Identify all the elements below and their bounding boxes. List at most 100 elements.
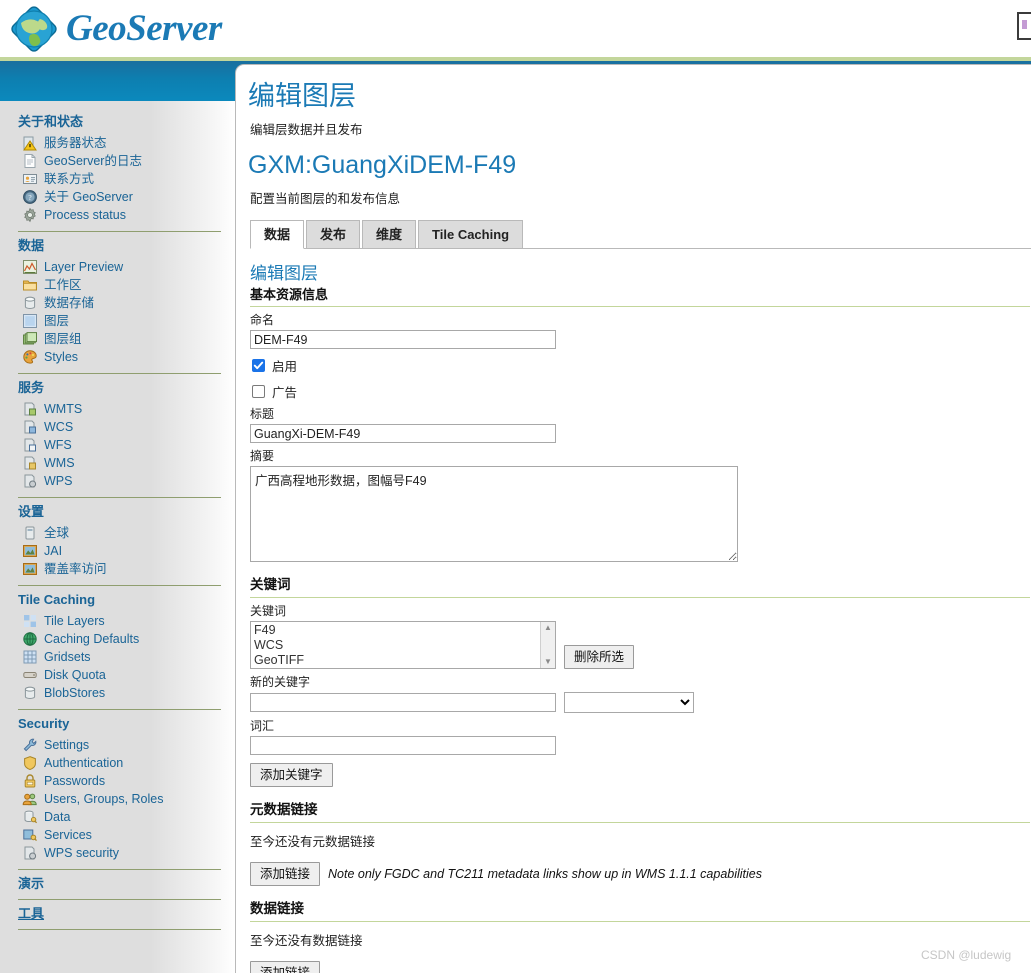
enabled-checkbox-row[interactable]: 启用 [252, 356, 1031, 375]
data-key-icon [24, 810, 38, 824]
tab-publishing[interactable]: 发布 [306, 220, 361, 249]
service-icon [24, 474, 37, 488]
vocabulary-input[interactable] [250, 736, 556, 755]
add-data-link-button[interactable]: 添加链接 [250, 961, 321, 973]
sidebar-header-tools[interactable]: 工具 [18, 906, 221, 922]
advertised-checkbox-row[interactable]: 广告 [252, 382, 1031, 401]
sidebar-item-label: Data [44, 810, 71, 824]
sidebar-item-label: WCS [44, 420, 74, 434]
layer-group-icon [23, 332, 37, 345]
list-item[interactable]: GeoTIFF [254, 653, 540, 668]
sidebar-section-about: 关于和状态 服务器状态 GeoServer的日志 联系方式 ? 关于 GeoSe… [0, 114, 235, 224]
vocabulary-label: 词汇 [250, 719, 275, 733]
sidebar-item-wmts[interactable]: WMTS [18, 400, 221, 418]
sidebar-item-label: WMTS [44, 402, 83, 416]
section-rule [250, 822, 1030, 823]
sidebar-item-passwords[interactable]: Passwords [18, 772, 221, 790]
sidebar-item-label: Passwords [44, 774, 106, 788]
keywords-scrollbar[interactable]: ▲ ▼ [540, 622, 555, 668]
scroll-up-icon[interactable]: ▲ [544, 624, 552, 632]
sidebar-item-services[interactable]: Services [18, 826, 221, 844]
section-rule [250, 921, 1030, 922]
browser-edge-widget[interactable] [1017, 12, 1031, 40]
sidebar-header-demo[interactable]: 演示 [18, 876, 221, 892]
sidebar-section-security: Security Settings Authentication Passwor… [0, 716, 235, 862]
sidebar-item-users-groups-roles[interactable]: Users, Groups, Roles [18, 790, 221, 808]
sidebar-item-label: 图层组 [44, 332, 82, 346]
sidebar-item-workspaces[interactable]: 工作区 [18, 276, 221, 294]
sidebar-section-settings: 设置 全球 JAI 覆盖率访问 [0, 504, 235, 578]
sidebar-item-wms[interactable]: WMS [18, 454, 221, 472]
add-metadata-link-button[interactable]: 添加链接 [250, 862, 321, 886]
gear-icon [24, 207, 36, 223]
sidebar-item-layergroups[interactable]: 图层组 [18, 330, 221, 348]
sidebar-item-server-status[interactable]: 服务器状态 [18, 134, 221, 152]
sidebar-item-label: 覆盖率访问 [44, 562, 107, 576]
tab-tile-caching[interactable]: Tile Caching [418, 220, 524, 249]
sidebar-item-tile-layers[interactable]: Tile Layers [18, 612, 221, 630]
document-icon [24, 154, 36, 168]
layer-edit-form: 编辑图层 基本资源信息 命名 启用 广告 标题 摘要 广西高程地形数据，图幅号F… [250, 263, 1031, 973]
abstract-textarea[interactable]: 广西高程地形数据，图幅号F49 [250, 466, 738, 562]
sidebar-item-layers[interactable]: 图层 [18, 312, 221, 330]
service-icon [24, 420, 36, 434]
name-input[interactable] [250, 330, 556, 349]
advertised-label: 广告 [272, 386, 298, 400]
sidebar-item-jai[interactable]: JAI [18, 542, 221, 560]
enabled-checkbox[interactable] [252, 359, 265, 372]
sidebar-header-settings: 设置 [18, 504, 45, 519]
sidebar-item-about-geoserver[interactable]: ? 关于 GeoServer [18, 188, 221, 206]
new-keyword-input[interactable] [250, 693, 556, 712]
sidebar-item-datastores[interactable]: 数据存储 [18, 294, 221, 312]
sidebar-item-label: JAI [44, 544, 63, 558]
sidebar-header-services: 服务 [18, 380, 45, 395]
sidebar-divider [18, 929, 221, 930]
sidebar-item-caching-defaults[interactable]: Caching Defaults [18, 630, 221, 648]
sidebar-item-data[interactable]: Data [18, 808, 221, 826]
keywords-section-head: 关键词 [250, 577, 291, 592]
new-keyword-row [250, 692, 1031, 713]
sidebar-item-blobstores[interactable]: BlobStores [18, 684, 221, 702]
scroll-down-icon[interactable]: ▼ [544, 658, 552, 666]
remove-selected-button[interactable]: 删除所选 [564, 645, 635, 669]
sidebar-item-process-status[interactable]: Process status [18, 206, 221, 224]
sidebar-item-wfs[interactable]: WFS [18, 436, 221, 454]
sidebar-item-label: Styles [44, 350, 79, 364]
sidebar-item-wps[interactable]: WPS [18, 472, 221, 490]
list-item[interactable]: WCS [254, 638, 540, 653]
sidebar-item-label: WPS [44, 474, 73, 488]
sidebar-item-coverage-access[interactable]: 覆盖率访问 [18, 560, 221, 578]
title-input[interactable] [250, 424, 556, 443]
sidebar-item-layer-preview[interactable]: Layer Preview [18, 258, 221, 276]
sidebar-header-data: 数据 [18, 238, 45, 253]
tab-dimensions[interactable]: 维度 [362, 220, 417, 249]
brand-logo[interactable]: GeoServer [8, 3, 222, 55]
sidebar-item-label: 图层 [44, 314, 70, 328]
image-settings-icon [23, 545, 37, 557]
shield-icon [24, 756, 36, 771]
data-links-section-head: 数据链接 [250, 901, 304, 916]
sidebar-item-label: WFS [44, 438, 72, 452]
sidebar-item-geoserver-logs[interactable]: GeoServer的日志 [18, 152, 221, 170]
services-key-icon [23, 829, 37, 842]
sidebar-item-label: Disk Quota [44, 668, 106, 682]
list-item[interactable]: F49 [254, 623, 540, 638]
sidebar-item-disk-quota[interactable]: Disk Quota [18, 666, 221, 684]
tab-data[interactable]: 数据 [250, 220, 305, 249]
blobstore-icon [24, 686, 36, 700]
sidebar-item-wcs[interactable]: WCS [18, 418, 221, 436]
section-rule [250, 306, 1030, 307]
sidebar-item-settings[interactable]: Settings [18, 736, 221, 754]
sidebar-item-authentication[interactable]: Authentication [18, 754, 221, 772]
advertised-checkbox[interactable] [252, 385, 265, 398]
sidebar-item-gridsets[interactable]: Gridsets [18, 648, 221, 666]
sidebar-item-styles[interactable]: Styles [18, 348, 221, 366]
sidebar-section-services: 服务 WMTS WCS WFS WMS WPS [0, 380, 235, 490]
add-keyword-button[interactable]: 添加关键字 [250, 763, 333, 787]
sidebar-item-global[interactable]: 全球 [18, 524, 221, 542]
keywords-listbox[interactable]: F49 WCS GeoTIFF ▲ ▼ [250, 621, 556, 669]
keyword-language-select[interactable] [564, 692, 694, 713]
enabled-label: 启用 [272, 360, 298, 374]
sidebar-item-contact[interactable]: 联系方式 [18, 170, 221, 188]
sidebar-item-wps-security[interactable]: WPS security [18, 844, 221, 862]
